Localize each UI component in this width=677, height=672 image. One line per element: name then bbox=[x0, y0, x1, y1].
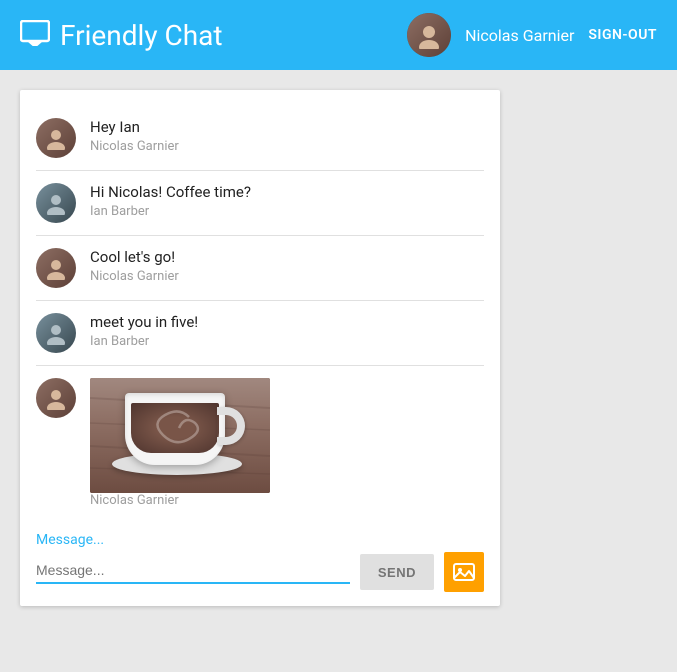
user-avatar bbox=[407, 13, 451, 57]
header-user-area: Nicolas Garnier SIGN-OUT bbox=[407, 13, 657, 57]
app-title: Friendly Chat bbox=[60, 19, 407, 52]
message-input[interactable] bbox=[36, 560, 350, 584]
message-body: Cool let's go! Nicolas Garnier bbox=[90, 248, 484, 284]
message-sender: Ian Barber bbox=[90, 204, 484, 219]
message-body: Hey Ian Nicolas Garnier bbox=[90, 118, 484, 154]
message-body: Nicolas Garnier bbox=[90, 378, 484, 508]
message-image bbox=[90, 378, 270, 493]
message-item: Cool let's go! Nicolas Garnier bbox=[36, 236, 484, 301]
input-area: Message... SEND bbox=[20, 520, 500, 606]
message-item: Hi Nicolas! Coffee time? Ian Barber bbox=[36, 171, 484, 236]
image-upload-button[interactable] bbox=[444, 552, 484, 592]
message-input-wrapper: SEND bbox=[36, 552, 484, 592]
message-item: Nicolas Garnier bbox=[36, 366, 484, 520]
avatar bbox=[36, 313, 76, 353]
avatar-image bbox=[407, 13, 451, 57]
chat-icon bbox=[20, 20, 50, 51]
message-sender: Nicolas Garnier bbox=[90, 139, 484, 154]
app-header: Friendly Chat Nicolas Garnier SIGN-OUT bbox=[0, 0, 677, 70]
chat-card: Hey Ian Nicolas Garnier Hi Nicolas! Coff… bbox=[20, 90, 500, 606]
messages-list: Hey Ian Nicolas Garnier Hi Nicolas! Coff… bbox=[20, 106, 500, 520]
message-body: meet you in five! Ian Barber bbox=[90, 313, 484, 349]
message-item: Hey Ian Nicolas Garnier bbox=[36, 106, 484, 171]
message-body: Hi Nicolas! Coffee time? Ian Barber bbox=[90, 183, 484, 219]
send-button[interactable]: SEND bbox=[360, 554, 434, 590]
message-item: meet you in five! Ian Barber bbox=[36, 301, 484, 366]
avatar bbox=[36, 378, 76, 418]
message-input-label[interactable]: Message... bbox=[36, 532, 484, 548]
header-username: Nicolas Garnier bbox=[465, 26, 574, 45]
avatar bbox=[36, 118, 76, 158]
message-text: Hi Nicolas! Coffee time? bbox=[90, 183, 484, 201]
signout-button[interactable]: SIGN-OUT bbox=[588, 27, 657, 43]
message-text: Cool let's go! bbox=[90, 248, 484, 266]
message-sender: Nicolas Garnier bbox=[90, 269, 484, 284]
message-sender: Ian Barber bbox=[90, 334, 484, 349]
message-text: Hey Ian bbox=[90, 118, 484, 136]
avatar bbox=[36, 248, 76, 288]
avatar bbox=[36, 183, 76, 223]
message-sender: Nicolas Garnier bbox=[90, 493, 484, 508]
message-text: meet you in five! bbox=[90, 313, 484, 331]
main-content: Hey Ian Nicolas Garnier Hi Nicolas! Coff… bbox=[0, 70, 677, 626]
